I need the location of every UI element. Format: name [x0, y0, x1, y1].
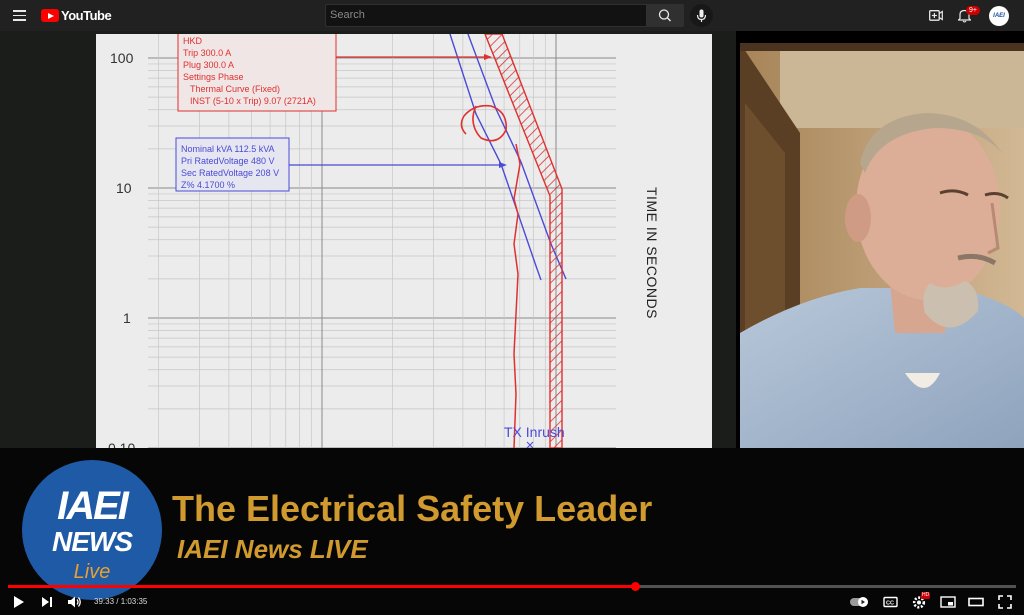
logo-text-news: NEWS: [52, 526, 133, 557]
masthead: YouTube Search 9+ IAEI: [0, 0, 1024, 31]
progress-scrubber-handle[interactable]: [630, 582, 640, 591]
breaker-line-1: Trip 300.0 A: [183, 48, 231, 58]
breaker-line-0: HKD: [183, 36, 203, 46]
video-player[interactable]: 100 10 1 0.10 TIME IN SECONDS HKD Trip 3…: [0, 31, 1024, 615]
fullscreen-icon[interactable]: [997, 594, 1013, 610]
inrush-label: TX Inrush: [504, 424, 565, 440]
presenter-webcam: [740, 43, 1024, 448]
quality-badge: HD: [921, 592, 931, 599]
banner-subtitle: IAEI News LIVE: [177, 534, 368, 564]
search-input[interactable]: Search: [325, 4, 647, 27]
breaker-line-2: Plug 300.0 A: [183, 60, 234, 70]
search-icon: [658, 9, 671, 22]
youtube-wordmark[interactable]: YouTube: [61, 8, 112, 23]
microphone-icon: [696, 9, 707, 22]
annotation-circle: [460, 104, 508, 142]
transformer-line-0: Nominal kVA 112.5 kVA: [181, 144, 275, 154]
logo-text-live: Live: [73, 561, 111, 583]
y-tick-100: 100: [110, 50, 134, 66]
y-axis-label: TIME IN SECONDS: [644, 187, 660, 319]
captions-icon[interactable]: CC: [883, 594, 898, 610]
iaei-news-live-logo: IAEI NEWS Live: [22, 460, 162, 600]
breaker-line-5: INST (5-10 x Trip) 9.07 (2721A): [190, 96, 316, 106]
next-video-icon[interactable]: [40, 594, 54, 610]
logo-text-iaei: IAEI: [57, 484, 129, 528]
presenter-image: [740, 43, 1024, 448]
transformer-line-1: Pri RatedVoltage 480 V: [181, 156, 275, 166]
search-placeholder: Search: [330, 9, 365, 21]
breaker-line-4: Thermal Curve (Fixed): [190, 84, 280, 94]
banner-title: The Electrical Safety Leader: [172, 488, 653, 529]
transformer-line-3: Z% 4.1700 %: [181, 180, 235, 190]
progress-bar[interactable]: [8, 582, 1016, 591]
y-tick-10: 10: [116, 180, 132, 196]
notification-count-badge: 9+: [966, 6, 980, 15]
breaker-line-3: Settings Phase: [183, 72, 244, 82]
search-button[interactable]: [647, 4, 684, 27]
time-current-chart: 100 10 1 0.10 TIME IN SECONDS HKD Trip 3…: [96, 31, 712, 456]
y-tick-0-10: 0.10: [108, 440, 135, 448]
play-icon[interactable]: [12, 594, 26, 610]
autoplay-toggle-icon[interactable]: [849, 594, 871, 610]
theater-mode-icon[interactable]: [968, 594, 984, 610]
youtube-logo-icon[interactable]: [41, 9, 59, 22]
svg-text:CC: CC: [886, 601, 894, 607]
y-tick-1: 1: [123, 310, 131, 326]
lower-third-banner: IAEI NEWS Live The Electrical Safety Lea…: [0, 448, 1024, 615]
volume-icon[interactable]: [67, 594, 83, 610]
time-current-curve-plot: 100 10 1 0.10 TIME IN SECONDS HKD Trip 3…: [108, 31, 660, 456]
transformer-line-2: Sec RatedVoltage 208 V: [181, 168, 279, 178]
progress-bar-fill: [8, 585, 635, 588]
voice-search-button[interactable]: [690, 4, 713, 27]
menu-icon[interactable]: [13, 10, 26, 21]
time-display: 39:33 / 1:03:35: [94, 597, 148, 606]
slide-area: 100 10 1 0.10 TIME IN SECONDS HKD Trip 3…: [0, 31, 736, 456]
inrush-curve: [513, 143, 521, 449]
account-avatar[interactable]: IAEI: [989, 6, 1009, 26]
create-video-icon[interactable]: [929, 10, 943, 21]
miniplayer-icon[interactable]: [940, 594, 956, 610]
